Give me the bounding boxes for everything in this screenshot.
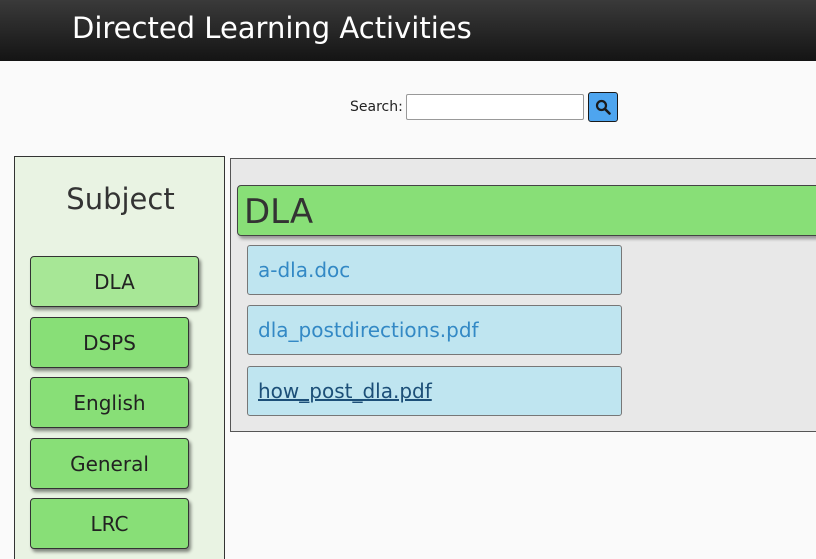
search-input[interactable] <box>405 94 584 120</box>
header-bar: Directed Learning Activities <box>0 0 816 61</box>
content-panel: DLA a-dla.doc dla_postdirections.pdf how… <box>230 158 816 432</box>
magnifier-icon <box>595 99 611 115</box>
category-header: DLA <box>237 185 816 236</box>
subject-button-dla[interactable]: DLA <box>30 256 199 307</box>
search-area: Search: <box>350 92 618 122</box>
file-link[interactable]: how_post_dla.pdf <box>247 366 622 416</box>
subject-button-dsps[interactable]: DSPS <box>30 317 189 368</box>
file-link[interactable]: a-dla.doc <box>247 245 622 295</box>
search-label: Search: <box>350 99 403 115</box>
subject-button-lrc[interactable]: LRC <box>30 498 189 549</box>
search-button[interactable] <box>587 92 618 122</box>
subject-button-english[interactable]: English <box>30 377 189 428</box>
subject-button-general[interactable]: General <box>30 438 189 489</box>
sidebar-title: Subject <box>66 182 175 216</box>
category-title: DLA <box>244 192 314 232</box>
subject-sidebar: Subject DLA DSPS English General LRC <box>14 156 225 559</box>
page-title: Directed Learning Activities <box>72 11 472 45</box>
file-link[interactable]: dla_postdirections.pdf <box>247 305 622 355</box>
